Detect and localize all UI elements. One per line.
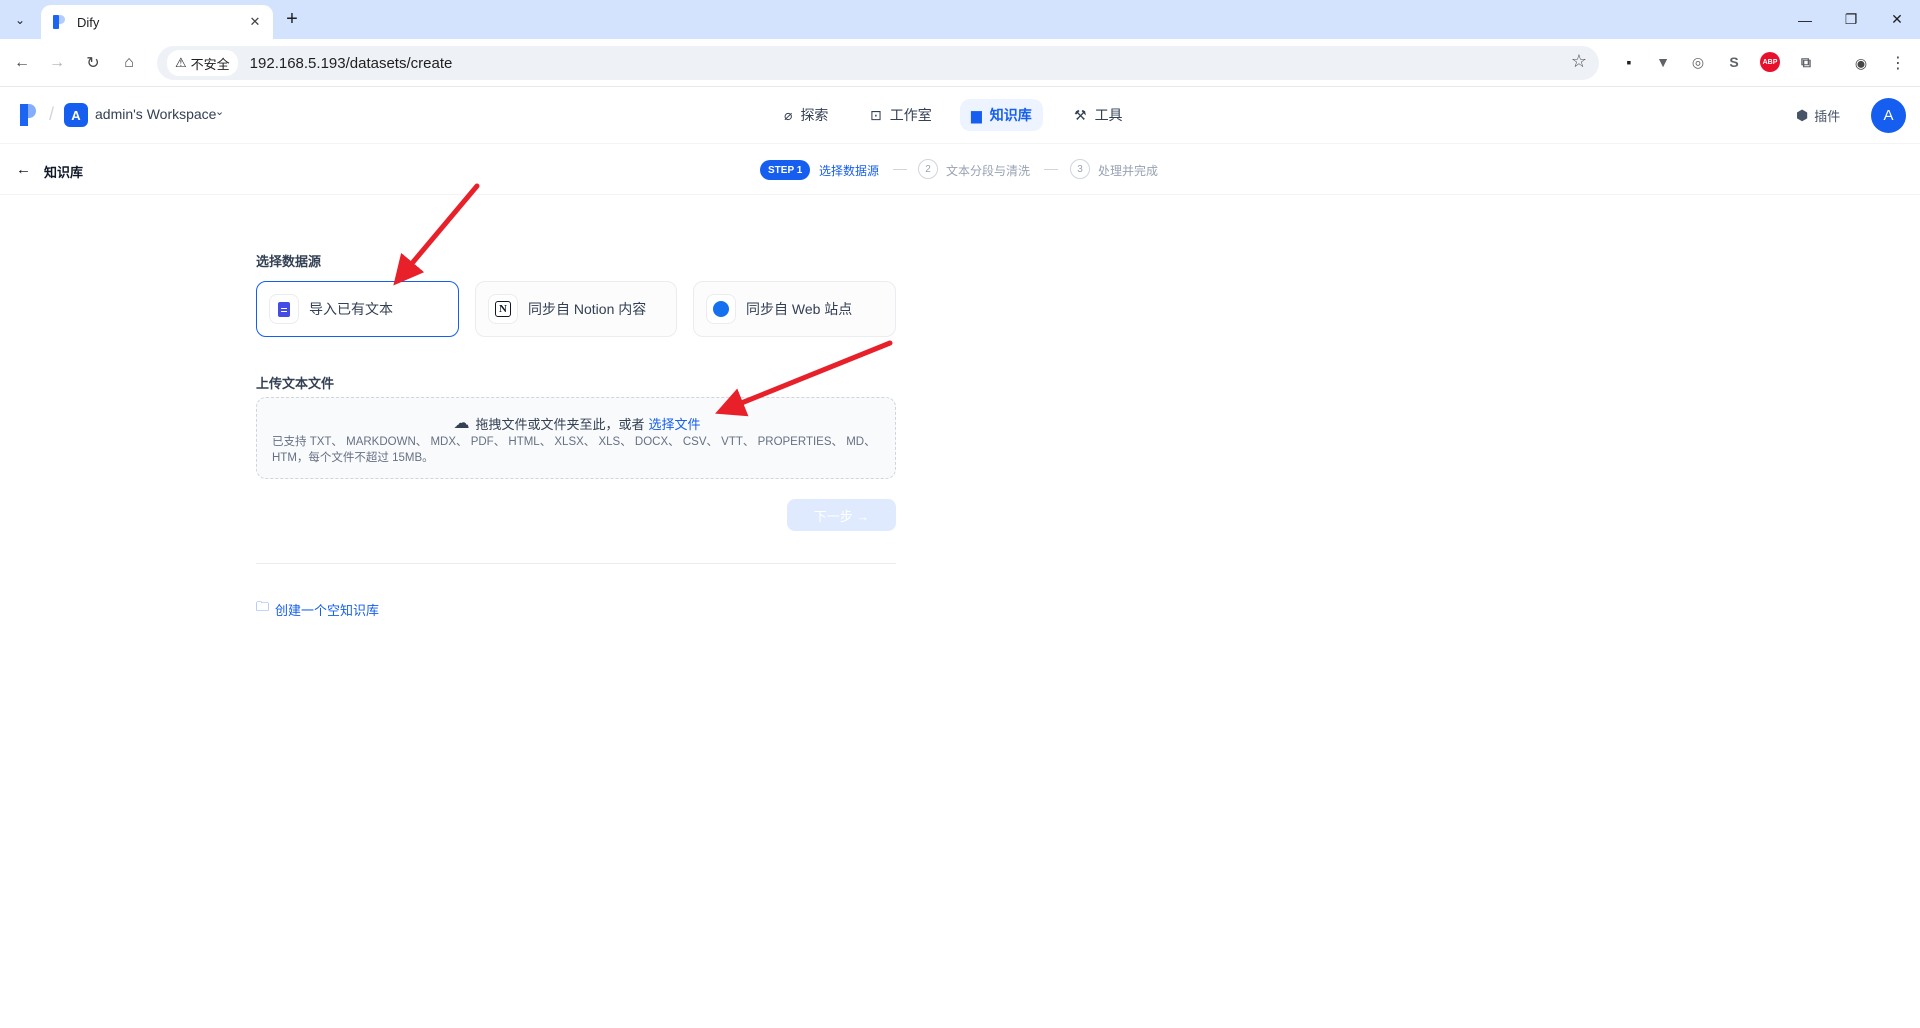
step-separator <box>893 169 907 170</box>
source-web[interactable]: 同步自 Web 站点 <box>693 281 896 337</box>
step2-number: 2 <box>918 159 938 179</box>
app-header: / A admin's Workspace ⌄ ⌀ 探索 ⊡ 工作室 ▆ 知识库… <box>0 87 1920 143</box>
url-text[interactable]: 192.168.5.193/datasets/create <box>250 55 453 72</box>
workspace-avatar[interactable]: A <box>64 103 88 127</box>
source-label: 同步自 Web 站点 <box>746 301 853 317</box>
plugins-label: 插件 <box>1814 109 1841 124</box>
robot-icon: ⊡ <box>870 106 882 123</box>
chevron-down-icon[interactable]: ⌄ <box>215 105 224 118</box>
home-icon[interactable]: ⌂ <box>117 51 141 75</box>
nav-tools[interactable]: ⚒ 工具 <box>1063 99 1134 131</box>
browser-tab-dify[interactable]: Dify ✕ <box>41 5 273 39</box>
supported-formats: 已支持 TXT、 MARKDOWN、 MDX、 PDF、 HTML、 XLSX、… <box>272 436 876 464</box>
nav-explore[interactable]: ⌀ 探索 <box>773 99 839 131</box>
create-empty-knowledge-link[interactable]: 🗀 创建一个空知识库 <box>256 598 379 620</box>
nav-label: 探索 <box>800 107 829 123</box>
file-dropzone[interactable]: ☁ 拖拽文件或文件夹至此，或者 选择文件 已支持 TXT、 MARKDOWN、 … <box>256 397 896 479</box>
security-indicator[interactable]: ⚠ 不安全 <box>167 50 238 76</box>
user-avatar[interactable]: A <box>1871 98 1906 133</box>
upload-section-title: 上传文本文件 <box>256 376 335 391</box>
bookmark-star-icon[interactable]: ☆ <box>1571 51 1587 72</box>
next-step-button[interactable]: 下一步 → <box>787 499 896 531</box>
extension-puzzle-icon[interactable]: ⧉ <box>1796 52 1816 72</box>
restore-icon[interactable]: ❐ <box>1828 0 1874 39</box>
back-to-knowledge[interactable]: 知识库 <box>44 162 83 181</box>
folder-icon: 🗀 <box>256 599 270 614</box>
upload-cloud-icon: ☁ <box>453 415 470 432</box>
step3-number: 3 <box>1070 159 1090 179</box>
step1-badge: STEP 1 <box>760 160 811 180</box>
step2-label: 文本分段与清洗 <box>946 164 1031 178</box>
step3-label: 处理并完成 <box>1098 164 1159 178</box>
step-separator <box>1044 169 1058 170</box>
notion-icon: N <box>488 294 518 324</box>
source-notion[interactable]: N 同步自 Notion 内容 <box>475 281 677 337</box>
new-tab-button[interactable]: + <box>280 8 304 32</box>
datasource-section-title: 选择数据源 <box>256 254 322 269</box>
dify-favicon-icon <box>51 14 67 30</box>
browser-menu-icon[interactable]: ⋮ <box>1886 51 1910 75</box>
select-file-link[interactable]: 选择文件 <box>649 414 701 433</box>
source-label: 同步自 Notion 内容 <box>528 301 647 317</box>
nav-studio[interactable]: ⊡ 工作室 <box>859 99 943 131</box>
dify-logo[interactable] <box>20 104 38 126</box>
tab-close-icon[interactable]: ✕ <box>247 14 263 30</box>
browser-toolbar: ← → ↻ ⌂ ⚠ 不安全 192.168.5.193/datasets/cre… <box>0 39 1920 87</box>
plugins-button[interactable]: ⬢ 插件 <box>1796 106 1840 125</box>
nav-label: 工具 <box>1094 107 1123 123</box>
back-arrow-icon[interactable]: ← <box>10 51 34 75</box>
address-bar[interactable]: ⚠ 不安全 192.168.5.193/datasets/create ☆ <box>157 46 1599 80</box>
tool-icon: ⚒ <box>1074 106 1087 123</box>
dropzone-text: 拖拽文件或文件夹至此，或者 <box>475 416 645 432</box>
profile-icon[interactable]: ◉ <box>1849 51 1873 75</box>
forward-arrow-icon[interactable]: → <box>45 51 69 75</box>
security-label: 不安全 <box>190 56 230 72</box>
extension-abp-icon[interactable]: ABP <box>1760 52 1780 72</box>
separator: / <box>49 104 55 124</box>
extension-s-icon[interactable]: S <box>1724 52 1744 72</box>
book-icon: ▆ <box>971 106 982 123</box>
source-import-text[interactable]: 导入已有文本 <box>256 281 459 337</box>
cube-icon: ⬢ <box>1796 107 1809 123</box>
step1-label: 选择数据源 <box>819 164 880 178</box>
extension-circle-icon[interactable]: ◎ <box>1688 52 1708 72</box>
create-empty-label: 创建一个空知识库 <box>275 602 380 618</box>
tab-search-chevron-icon[interactable]: ⌄ <box>8 8 32 32</box>
browser-tab-strip: ⌄ Dify ✕ + — ❐ ✕ <box>0 0 1920 39</box>
minimize-icon[interactable]: — <box>1782 0 1828 39</box>
tab-title: Dify <box>77 14 100 30</box>
back-arrow-icon[interactable]: ← <box>16 161 31 178</box>
nav-label: 知识库 <box>989 107 1032 123</box>
extension-1-icon[interactable]: ▪ <box>1619 52 1639 72</box>
divider <box>256 563 896 564</box>
steps-bar: ← 知识库 STEP 1 选择数据源 2 文本分段与清洗 3 处理并完成 <box>0 143 1920 195</box>
web-icon <box>706 294 736 324</box>
warning-icon: ⚠ <box>175 55 187 70</box>
document-icon <box>269 294 299 324</box>
annotation-arrow-source <box>393 183 480 286</box>
extension-vue-icon[interactable]: ▼ <box>1653 52 1673 72</box>
source-label: 导入已有文本 <box>309 301 393 317</box>
compass-icon: ⌀ <box>784 106 793 123</box>
reload-icon[interactable]: ↻ <box>81 51 105 75</box>
nav-label: 工作室 <box>889 107 932 123</box>
nav-knowledge[interactable]: ▆ 知识库 <box>960 99 1043 131</box>
workspace-name[interactable]: admin's Workspace <box>95 106 216 122</box>
close-window-icon[interactable]: ✕ <box>1874 0 1920 39</box>
